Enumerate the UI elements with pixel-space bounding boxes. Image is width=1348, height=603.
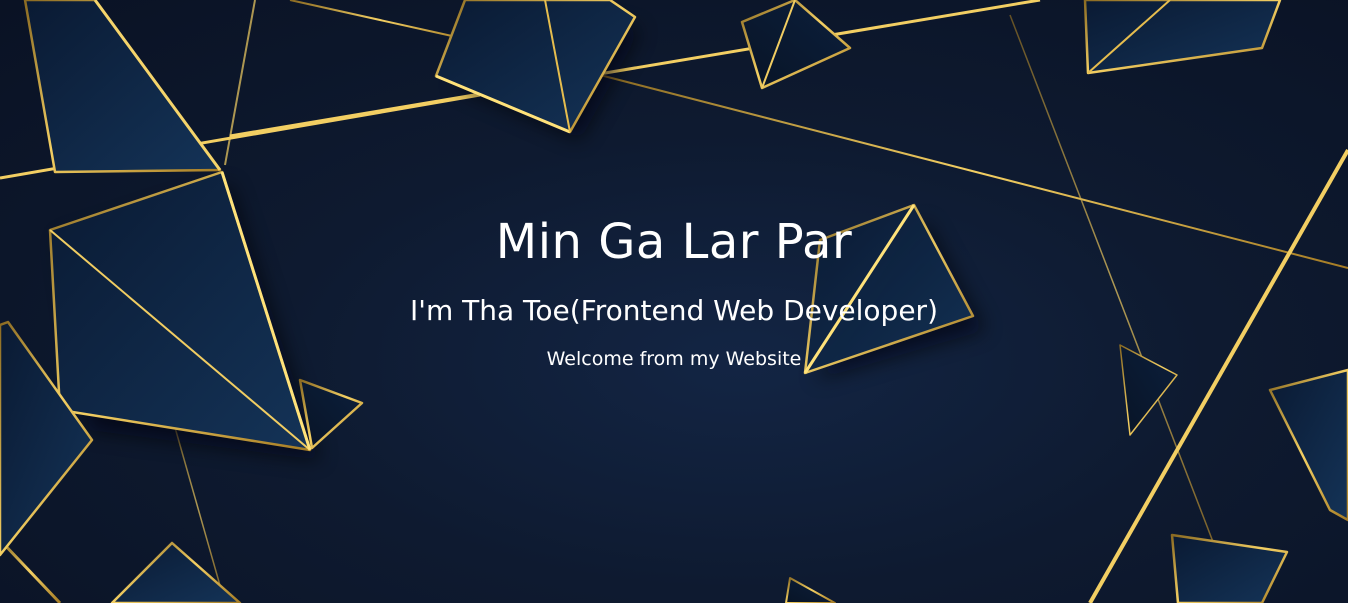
hero-title: Min Ga Lar Par — [495, 214, 853, 270]
hero-welcome-text: Welcome from my Website — [546, 348, 802, 370]
hero-subtitle: I'm Tha Toe(Frontend Web Developer) — [409, 294, 938, 327]
hero-section: Min Ga Lar Par I'm Tha Toe(Frontend Web … — [0, 0, 1348, 603]
